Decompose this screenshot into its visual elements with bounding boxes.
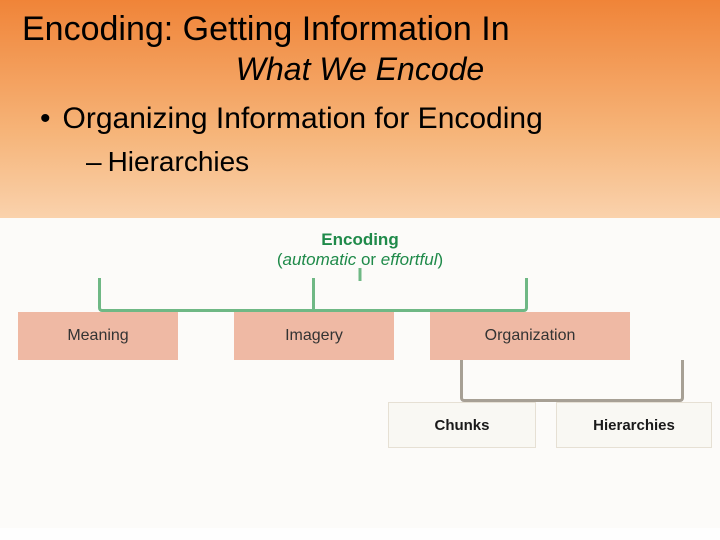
sub-bullet-text: Hierarchies	[108, 146, 250, 178]
bullet-marker: •	[40, 104, 51, 134]
node-meaning: Meaning	[18, 312, 178, 360]
node-encoding-line2: (automatic or effortful)	[277, 250, 443, 270]
word-automatic: automatic	[283, 250, 357, 269]
node-hierarchies: Hierarchies	[556, 402, 712, 448]
node-imagery: Imagery	[234, 312, 394, 360]
slide-title: Encoding: Getting Information In	[0, 0, 720, 49]
paren-close: )	[437, 250, 443, 269]
node-encoding: Encoding (automatic or effortful)	[277, 230, 443, 271]
dash-marker: –	[86, 146, 102, 178]
node-chunks: Chunks	[388, 402, 536, 448]
hierarchy-diagram: Encoding (automatic or effortful) Meanin…	[0, 218, 720, 528]
bullet-text: Organizing Information for Encoding	[63, 102, 543, 136]
connector-bracket-bottom	[460, 360, 684, 402]
bullet-item: • Organizing Information for Encoding	[0, 102, 720, 136]
connector-mid-top	[312, 278, 315, 312]
node-encoding-line1: Encoding	[277, 230, 443, 250]
node-organization: Organization	[430, 312, 630, 360]
sub-bullet-item: – Hierarchies	[0, 146, 720, 178]
slide-subtitle: What We Encode	[0, 51, 720, 88]
word-effortful: effortful	[381, 250, 438, 269]
word-or: or	[356, 250, 381, 269]
